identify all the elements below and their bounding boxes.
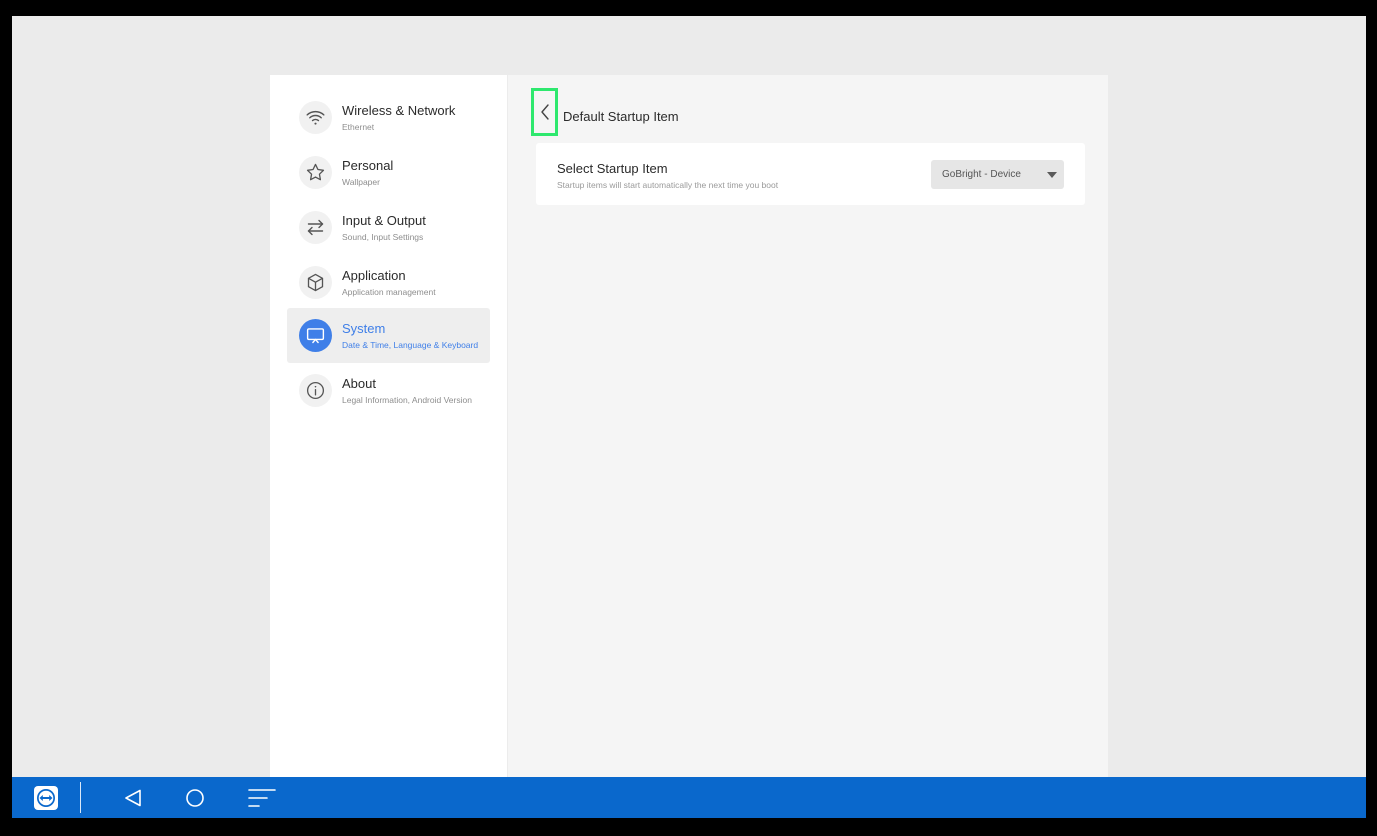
taskbar-divider — [80, 782, 81, 813]
sidebar-item-title: About — [342, 376, 376, 391]
sidebar-item-title: Application — [342, 268, 406, 283]
info-icon — [299, 374, 332, 407]
sidebar-item-title: Wireless & Network — [342, 103, 456, 118]
sidebar-item-input-output[interactable]: Input & Output Sound, Input Settings — [287, 200, 490, 255]
sidebar-item-application[interactable]: Application Application management — [287, 255, 490, 310]
home-circle-icon — [186, 788, 204, 807]
startup-item-dropdown[interactable]: GoBright - Device — [931, 160, 1064, 189]
menu-lines-icon — [248, 788, 276, 807]
device-screen: Wireless & Network Ethernet Personal Wal… — [12, 16, 1366, 818]
sidebar-item-subtitle: Ethernet — [342, 122, 375, 132]
sidebar-item-title: System — [342, 321, 386, 336]
nav-home-button[interactable] — [180, 777, 210, 818]
startup-item-description: Startup items will start automatically t… — [557, 180, 779, 190]
settings-sidebar: Wireless & Network Ethernet Personal Wal… — [270, 75, 508, 777]
monitor-icon — [299, 319, 332, 352]
startup-item-title: Select Startup Item — [557, 161, 668, 176]
dropdown-selected-value: GoBright - Device — [942, 169, 1021, 180]
sidebar-item-wireless-network[interactable]: Wireless & Network Ethernet — [287, 90, 490, 145]
sidebar-item-subtitle: Wallpaper — [342, 177, 380, 187]
sidebar-item-title: Personal — [342, 158, 394, 173]
back-triangle-icon — [125, 789, 141, 806]
sidebar-item-subtitle: Date & Time, Language & Keyboard — [342, 340, 479, 350]
teamviewer-icon — [34, 785, 58, 810]
nav-back-button[interactable] — [118, 777, 148, 818]
page-title: Default Startup Item — [563, 109, 679, 124]
sidebar-item-about[interactable]: About Legal Information, Android Version — [287, 363, 490, 418]
swap-arrows-icon — [299, 211, 332, 244]
teamviewer-button[interactable] — [30, 777, 62, 818]
settings-content: Default Startup Item Select Startup Item… — [508, 75, 1108, 777]
chevron-left-icon — [540, 104, 549, 120]
star-icon — [299, 156, 332, 189]
settings-window: Wireless & Network Ethernet Personal Wal… — [270, 75, 1108, 777]
cube-icon — [299, 266, 332, 299]
back-button[interactable] — [531, 88, 558, 136]
caret-down-icon — [1047, 172, 1057, 178]
sidebar-item-personal[interactable]: Personal Wallpaper — [287, 145, 490, 200]
sidebar-item-system[interactable]: System Date & Time, Language & Keyboard — [287, 308, 490, 363]
sidebar-item-subtitle: Application management — [342, 287, 436, 297]
sidebar-item-subtitle: Legal Information, Android Version — [342, 395, 472, 405]
startup-item-card: Select Startup Item Startup items will s… — [536, 143, 1085, 205]
nav-menu-button[interactable] — [244, 777, 280, 818]
wifi-icon — [299, 101, 332, 134]
sidebar-item-title: Input & Output — [342, 213, 426, 228]
navigation-taskbar — [12, 777, 1366, 818]
sidebar-item-subtitle: Sound, Input Settings — [342, 232, 424, 242]
